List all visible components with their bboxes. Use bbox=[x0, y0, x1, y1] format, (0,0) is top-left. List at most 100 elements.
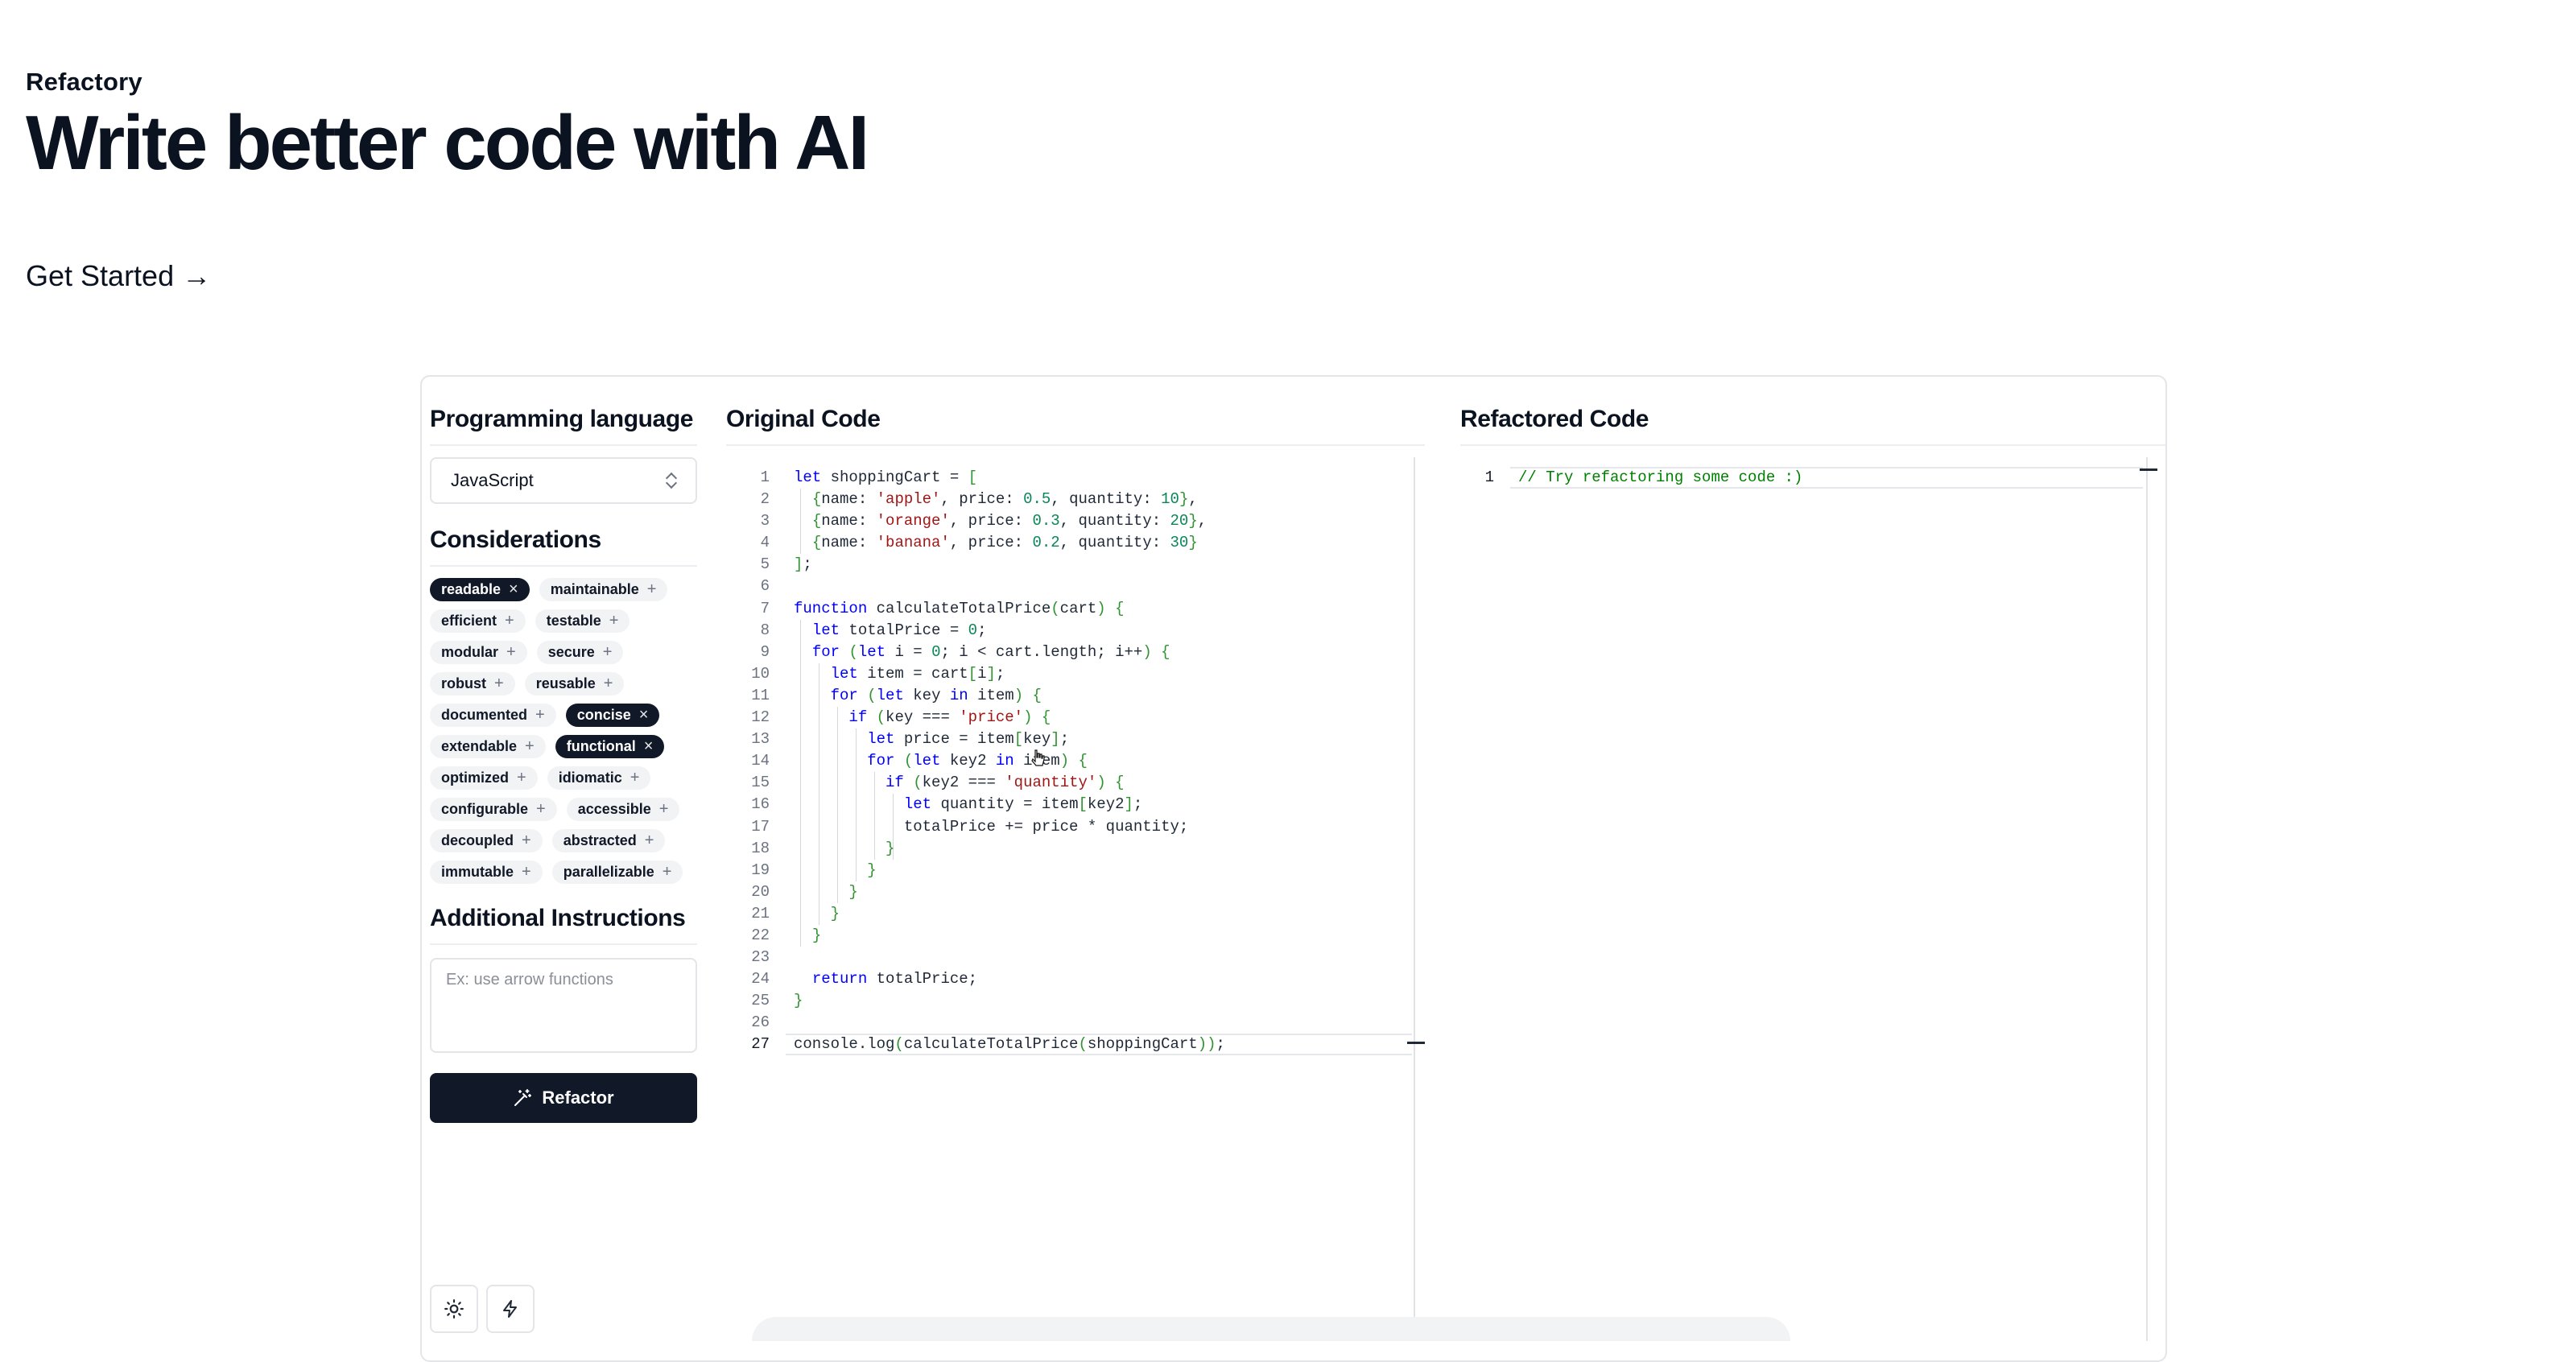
consideration-chip-concise[interactable]: concise × bbox=[565, 704, 660, 727]
consideration-chip-modular[interactable]: modular + bbox=[430, 641, 527, 664]
code-line: let price = item[key]; bbox=[867, 730, 1070, 749]
consideration-chip-decoupled[interactable]: decoupled + bbox=[430, 829, 543, 852]
consideration-chip-reusable[interactable]: reusable + bbox=[524, 672, 625, 695]
chip-label: modular bbox=[441, 644, 499, 660]
consideration-chip-secure[interactable]: secure + bbox=[536, 641, 624, 664]
chip-label: extendable bbox=[441, 738, 518, 754]
remove-icon: × bbox=[638, 706, 649, 724]
consideration-chip-maintainable[interactable]: maintainable + bbox=[539, 578, 668, 601]
add-icon: + bbox=[646, 580, 657, 598]
consideration-chip-robust[interactable]: robust + bbox=[430, 672, 515, 695]
line-number: 17 bbox=[751, 817, 770, 836]
line-number: 12 bbox=[751, 708, 770, 727]
line-number: 13 bbox=[751, 730, 770, 749]
code-lines: // Try refactoring some code :) bbox=[1518, 467, 1802, 489]
consideration-chip-immutable[interactable]: immutable + bbox=[430, 861, 543, 884]
code-line: totalPrice += price * quantity; bbox=[794, 817, 1189, 836]
code-line: let item = cart[i]; bbox=[830, 664, 1005, 683]
refactored-code-panel: Refactored Code bbox=[1460, 404, 2165, 446]
consideration-chip-abstracted[interactable]: abstracted + bbox=[551, 829, 666, 852]
consideration-chip-configurable[interactable]: configurable + bbox=[430, 798, 557, 821]
line-number: 23 bbox=[751, 948, 770, 967]
add-icon: + bbox=[517, 769, 526, 786]
divider bbox=[430, 444, 697, 446]
code-line: let totalPrice = 0; bbox=[811, 621, 987, 639]
divider bbox=[430, 943, 697, 945]
chip-label: configurable bbox=[441, 801, 529, 817]
code-line: if (key2 === 'quantity') { bbox=[886, 774, 1125, 792]
chip-label: robust bbox=[441, 675, 486, 691]
consideration-chip-idiomatic[interactable]: idiomatic + bbox=[547, 766, 651, 790]
chip-label: reusable bbox=[535, 675, 596, 691]
brand-name: Refactory bbox=[26, 68, 142, 96]
add-icon: + bbox=[522, 863, 531, 881]
line-number: 20 bbox=[751, 882, 770, 901]
bottom-icon-buttons bbox=[430, 1285, 535, 1333]
code-line: {name: 'banana', price: 0.2, quantity: 3… bbox=[811, 534, 1198, 552]
instructions-textarea[interactable] bbox=[430, 958, 697, 1053]
code-line: } bbox=[886, 839, 895, 857]
add-icon: + bbox=[609, 612, 619, 629]
code-line: console.log(calculateTotalPrice(shopping… bbox=[794, 1035, 1225, 1054]
line-number: 11 bbox=[751, 686, 770, 704]
consideration-chip-optimized[interactable]: optimized + bbox=[430, 766, 538, 790]
magic-wand-icon bbox=[514, 1089, 532, 1106]
editor-scrollbar-track[interactable] bbox=[2146, 457, 2148, 1341]
hero: Refactory Write better code with AI bbox=[26, 68, 869, 186]
page-headline: Write better code with AI bbox=[26, 100, 869, 186]
add-icon: + bbox=[630, 769, 640, 786]
consideration-chip-efficient[interactable]: efficient + bbox=[430, 609, 526, 633]
consideration-chip-parallelizable[interactable]: parallelizable + bbox=[551, 861, 683, 884]
add-icon: + bbox=[536, 800, 546, 818]
theme-toggle-button[interactable] bbox=[430, 1285, 478, 1333]
code-line: let quantity = item[key2]; bbox=[903, 795, 1143, 814]
code-line: if (key === 'price') { bbox=[848, 708, 1051, 727]
add-icon: + bbox=[505, 612, 514, 629]
line-number: 18 bbox=[751, 839, 770, 857]
code-line: } bbox=[830, 904, 840, 922]
sun-icon bbox=[444, 1299, 464, 1319]
consideration-chip-documented[interactable]: documented + bbox=[430, 704, 556, 727]
language-select[interactable]: JavaScript bbox=[430, 457, 697, 504]
chip-label: abstracted bbox=[563, 832, 637, 848]
code-line: } bbox=[867, 861, 877, 879]
consideration-chip-readable[interactable]: readable × bbox=[430, 578, 530, 601]
refactored-code-editor[interactable]: 1 // Try refactoring some code :) bbox=[1462, 467, 2143, 499]
line-number: 25 bbox=[751, 992, 770, 1010]
code-line: } bbox=[848, 882, 858, 901]
language-select-value: JavaScript bbox=[451, 470, 534, 490]
line-number: 1 bbox=[760, 468, 770, 486]
code-line: {name: 'apple', price: 0.5, quantity: 10… bbox=[811, 490, 1198, 509]
chip-label: secure bbox=[547, 644, 595, 660]
settings-sidebar: Programming language JavaScript Consider… bbox=[430, 404, 697, 1123]
consideration-chip-testable[interactable]: testable + bbox=[535, 609, 630, 633]
line-number: 2 bbox=[760, 490, 770, 509]
line-number: 16 bbox=[751, 795, 770, 814]
line-number: 19 bbox=[751, 861, 770, 879]
editor-scrollbar-track[interactable] bbox=[1414, 457, 1415, 1341]
consideration-chip-extendable[interactable]: extendable + bbox=[430, 735, 546, 758]
code-line: ]; bbox=[794, 555, 812, 574]
code-line: for (let i = 0; i < cart.length; i++) { bbox=[811, 642, 1170, 661]
bottom-overlay-bar bbox=[752, 1317, 1790, 1341]
remove-icon: × bbox=[643, 737, 654, 755]
code-line: } bbox=[794, 992, 803, 1010]
considerations-chip-list: readable × maintainable + efficient + testable… bbox=[430, 578, 697, 884]
chip-label: optimized bbox=[441, 770, 509, 786]
action-button[interactable] bbox=[486, 1285, 535, 1333]
chip-label: idiomatic bbox=[558, 770, 622, 786]
refactor-button[interactable]: Refactor bbox=[430, 1073, 697, 1123]
line-number: 5 bbox=[760, 555, 770, 574]
consideration-chip-functional[interactable]: functional × bbox=[555, 735, 665, 758]
get-started-link[interactable]: Get Started → bbox=[26, 259, 211, 293]
code-line: return totalPrice; bbox=[811, 970, 978, 988]
code-line: let shoppingCart = [ bbox=[794, 468, 978, 486]
add-icon: + bbox=[494, 675, 504, 692]
consideration-chip-accessible[interactable]: accessible + bbox=[566, 798, 680, 821]
chip-label: immutable bbox=[441, 864, 514, 880]
chip-label: accessible bbox=[577, 801, 651, 817]
original-code-editor[interactable]: 1 2 3 4 5 6 7 8 9 10 11 12 13 14 15 16 17 18 19 20 21 22 23 24 2… bbox=[729, 467, 1412, 1079]
